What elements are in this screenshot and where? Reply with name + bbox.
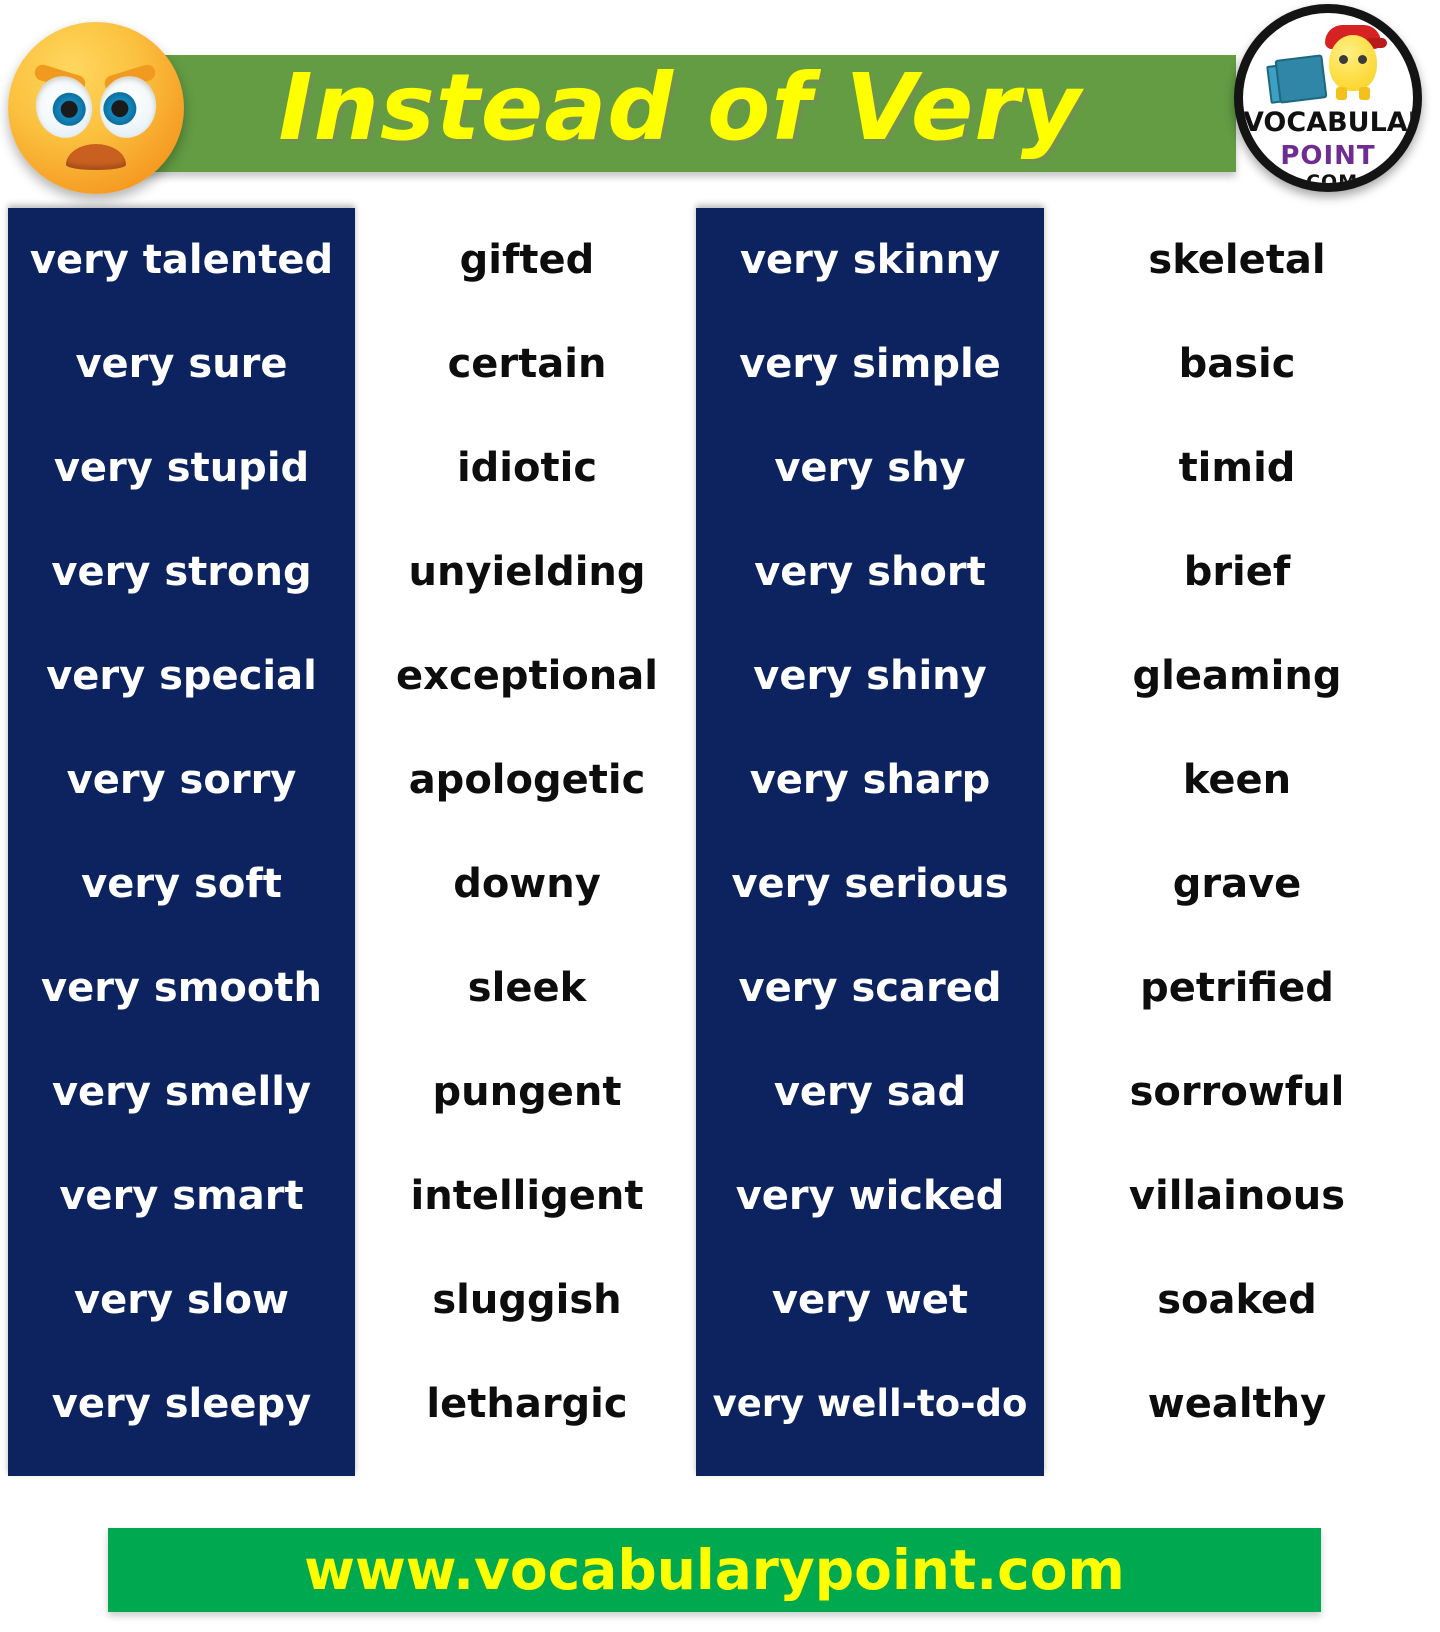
list-item: very sure bbox=[75, 341, 288, 387]
logo-chick-eyes bbox=[1337, 55, 1369, 64]
list-item: very stupid bbox=[53, 445, 310, 491]
list-item: very strong bbox=[51, 549, 312, 595]
list-item: apologetic bbox=[408, 757, 646, 803]
emoji-iris-left bbox=[49, 89, 90, 130]
list-item: very special bbox=[46, 653, 317, 699]
list-item: soaked bbox=[1157, 1277, 1317, 1323]
logo-line-com: .COM bbox=[1297, 171, 1359, 192]
list-item: pungent bbox=[432, 1069, 622, 1115]
list-item: very wicked bbox=[735, 1173, 1005, 1219]
list-item: downy bbox=[453, 861, 601, 907]
list-item: villainous bbox=[1128, 1173, 1346, 1219]
list-item: very soft bbox=[81, 861, 282, 907]
list-item: basic bbox=[1178, 341, 1296, 387]
logo-book-icon bbox=[1274, 54, 1328, 104]
list-item: very skinny bbox=[739, 237, 1001, 283]
list-item: grave bbox=[1172, 861, 1302, 907]
logo-chick-icon bbox=[1329, 35, 1377, 91]
footer-banner: www.vocabularypoint.com bbox=[108, 1528, 1321, 1612]
page-title: Instead of Very bbox=[278, 54, 1082, 161]
list-item: very smelly bbox=[51, 1069, 312, 1115]
list-item: very smooth bbox=[41, 965, 322, 1011]
website-url[interactable]: www.vocabularypoint.com bbox=[108, 1528, 1321, 1612]
list-item: brief bbox=[1183, 549, 1291, 595]
angry-face-emoji bbox=[8, 22, 184, 194]
column-phrases-right: very skinny very simple very shy very sh… bbox=[696, 208, 1044, 1476]
emoji-eye-left bbox=[29, 70, 99, 144]
logo-line-point: POINT bbox=[1280, 141, 1376, 171]
list-item: very wet bbox=[771, 1277, 969, 1323]
list-item: very talented bbox=[29, 237, 334, 283]
list-item: very short bbox=[754, 549, 986, 595]
vocabulary-point-logo: VOCABULARY POINT .COM bbox=[1234, 4, 1422, 192]
list-item: very sorry bbox=[66, 757, 297, 803]
column-synonyms-right: skeletal basic timid brief gleaming keen… bbox=[1052, 208, 1422, 1476]
emoji-pupil-right bbox=[109, 98, 131, 119]
list-item: very sleepy bbox=[51, 1381, 312, 1427]
list-item: very sharp bbox=[749, 757, 991, 803]
list-item: very serious bbox=[731, 861, 1009, 907]
list-item: very smart bbox=[59, 1173, 304, 1219]
list-item: very shiny bbox=[753, 653, 987, 699]
list-item: gifted bbox=[459, 237, 595, 283]
logo-chick-legs bbox=[1335, 87, 1371, 101]
list-item: wealthy bbox=[1147, 1381, 1327, 1427]
page-header: Instead of Very VOCABULARY POINT .COM bbox=[0, 0, 1440, 205]
list-item: very sad bbox=[773, 1069, 967, 1115]
vocabulary-table: very talented very sure very stupid very… bbox=[0, 208, 1440, 1476]
list-item: sleek bbox=[467, 965, 587, 1011]
emoji-iris-right bbox=[99, 88, 140, 129]
list-item: sorrowful bbox=[1129, 1069, 1345, 1115]
list-item: lethargic bbox=[426, 1381, 628, 1427]
list-item: very shy bbox=[774, 445, 966, 491]
list-item: very well-to-do bbox=[712, 1382, 1028, 1425]
list-item: very scared bbox=[738, 965, 1002, 1011]
list-item: timid bbox=[1178, 445, 1296, 491]
list-item: unyielding bbox=[408, 549, 646, 595]
list-item: very slow bbox=[74, 1277, 289, 1323]
logo-line-vocabulary: VOCABULARY bbox=[1243, 107, 1413, 138]
list-item: very simple bbox=[739, 341, 1001, 387]
list-item: sluggish bbox=[432, 1277, 622, 1323]
list-item: intelligent bbox=[410, 1173, 644, 1219]
column-phrases-left: very talented very sure very stupid very… bbox=[8, 208, 355, 1476]
list-item: gleaming bbox=[1132, 653, 1342, 699]
list-item: idiotic bbox=[456, 445, 598, 491]
emoji-frown-mouth bbox=[66, 144, 126, 170]
list-item: keen bbox=[1182, 757, 1292, 803]
list-item: certain bbox=[447, 341, 607, 387]
list-item: exceptional bbox=[396, 653, 658, 699]
emoji-pupil-left bbox=[58, 99, 80, 120]
column-synonyms-left: gifted certain idiotic unyielding except… bbox=[362, 208, 692, 1476]
list-item: skeletal bbox=[1148, 237, 1326, 283]
list-item: petrified bbox=[1140, 965, 1334, 1011]
